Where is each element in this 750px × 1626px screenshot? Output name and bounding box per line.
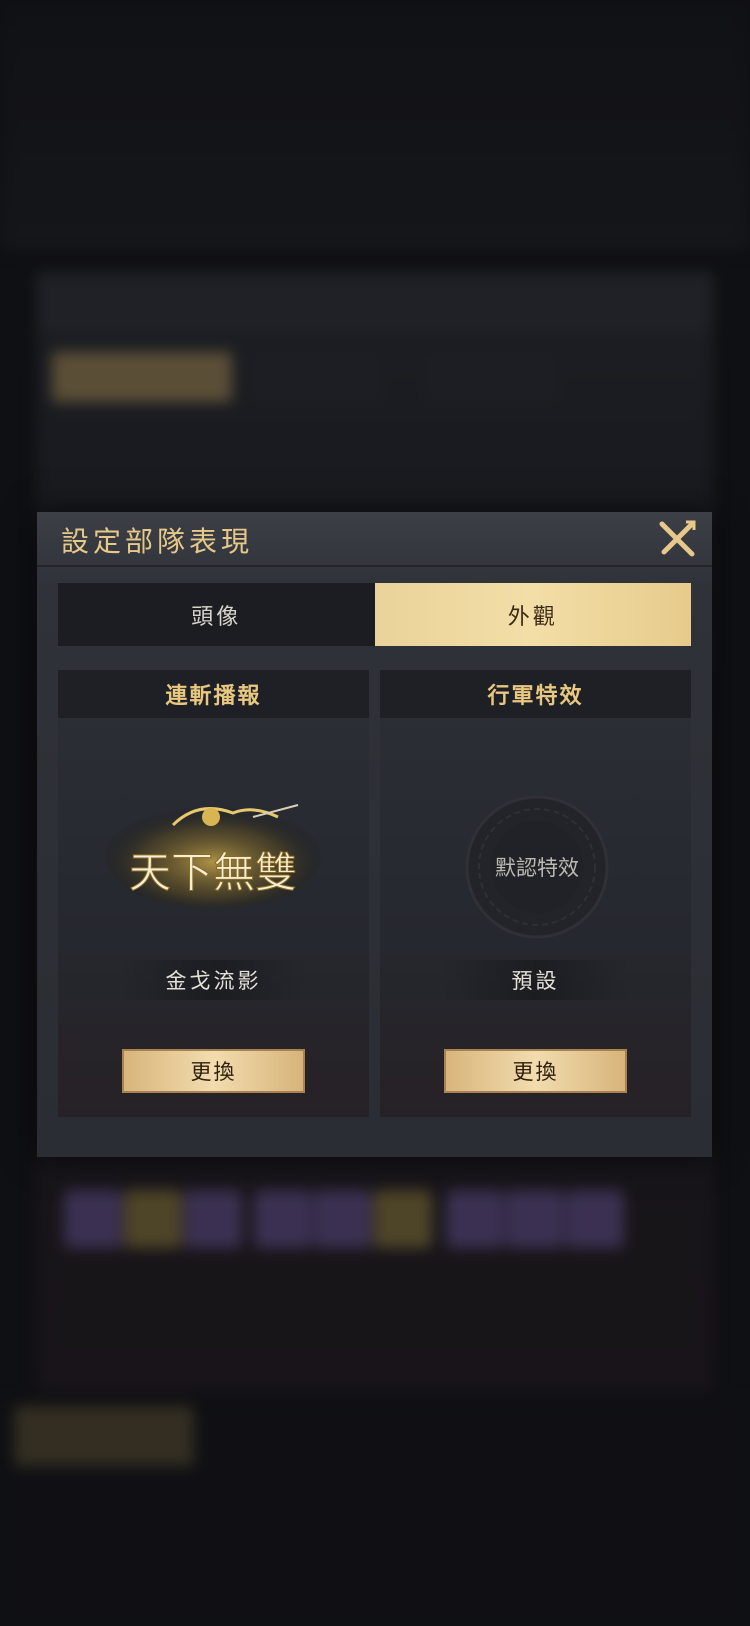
emblem-image: 默認特效 <box>465 795 609 939</box>
march-effect-card: 行軍特效 默認特效 預設 更換 <box>380 670 691 1117</box>
effect-name: 預設 <box>440 960 631 1000</box>
close-icon <box>659 520 696 557</box>
effect-name: 金戈流影 <box>118 960 309 1000</box>
card-title: 連斬播報 <box>58 670 369 718</box>
tianxia-wushuang-logo[interactable]: 天下無雙 <box>103 795 323 915</box>
tab-bar: 頭像 外觀 <box>58 583 691 646</box>
logo-text: 天下無雙 <box>129 848 297 897</box>
card-title: 行軍特效 <box>380 670 691 718</box>
kill-streak-broadcast-card: 連斬播報 天下無雙 金戈流影 更換 <box>58 670 369 1117</box>
change-button[interactable]: 更換 <box>444 1049 627 1093</box>
dialog-header: 設定部隊表現 <box>37 512 712 567</box>
emblem-text: 默認特效 <box>495 856 579 880</box>
dialog-title: 設定部隊表現 <box>61 525 254 558</box>
tab-avatar[interactable]: 頭像 <box>58 583 375 646</box>
change-button[interactable]: 更換 <box>122 1049 305 1093</box>
close-button[interactable] <box>656 518 698 560</box>
logo-image: 天下無雙 <box>105 804 321 909</box>
default-effect-emblem[interactable]: 默認特效 <box>465 795 610 940</box>
tab-appearance[interactable]: 外觀 <box>374 583 691 646</box>
troop-display-settings-dialog: 設定部隊表現 頭像 外觀 連斬播報 天下無雙 金戈流影 更換 行軍特效 默認特效… <box>37 512 712 1157</box>
